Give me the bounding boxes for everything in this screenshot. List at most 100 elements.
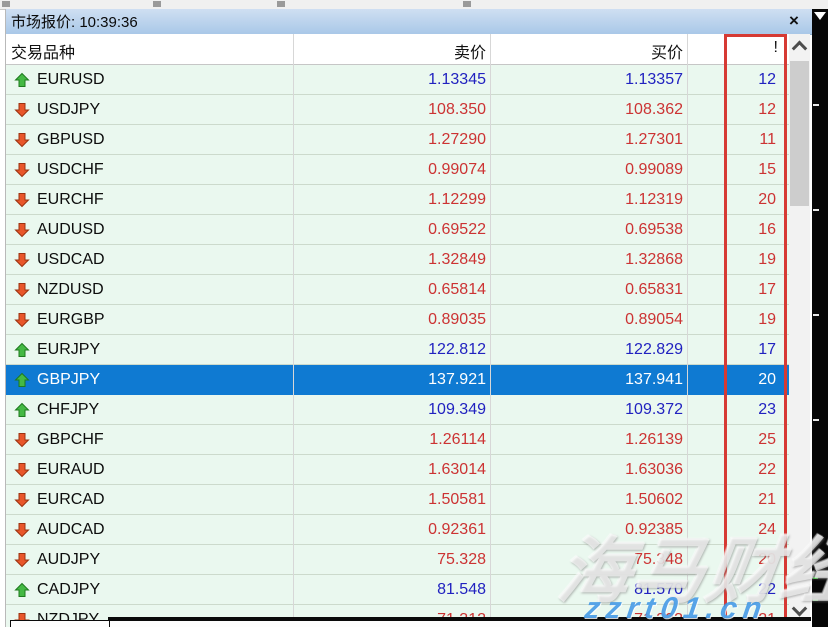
quote-row-eurcad[interactable]: EURCAD1.505811.5060221 xyxy=(6,485,789,515)
down-arrow-icon xyxy=(14,492,30,508)
buy-price: 1.27301 xyxy=(625,131,683,149)
symbol-label: NZDUSD xyxy=(37,281,104,299)
quote-row-audjpy[interactable]: AUDJPY75.32875.34820 xyxy=(6,545,789,575)
symbol-label: EURGBP xyxy=(37,311,105,329)
sell-price: 1.27290 xyxy=(428,131,486,149)
buy-price: 0.69538 xyxy=(625,221,683,239)
buy-price: 0.89054 xyxy=(625,311,683,329)
quote-row-chfjpy[interactable]: CHFJPY109.349109.37223 xyxy=(6,395,789,425)
buy-price: 1.26139 xyxy=(625,431,683,449)
quote-row-eurjpy[interactable]: EURJPY122.812122.82917 xyxy=(6,335,789,365)
chart-grid-dash xyxy=(813,314,819,316)
spread-column-annotation xyxy=(724,34,787,627)
symbol-label: USDJPY xyxy=(37,101,100,119)
down-arrow-icon xyxy=(14,552,30,568)
down-arrow-icon xyxy=(14,252,30,268)
chart-price-tick xyxy=(813,577,818,579)
buy-price: 0.99089 xyxy=(625,161,683,179)
buy-price: 1.13357 xyxy=(625,71,683,89)
chart-grid-dash xyxy=(813,104,819,106)
buy-price: 109.372 xyxy=(625,401,683,419)
symbol-label: GBPJPY xyxy=(37,371,100,389)
down-arrow-icon xyxy=(14,312,30,328)
sell-price: 0.89035 xyxy=(428,311,486,329)
up-arrow-icon xyxy=(14,342,30,358)
quotes-table: 交易品种 卖价 买价 ! EURUSD1.133451.1335712USDJP… xyxy=(6,34,789,627)
background-window-corner xyxy=(10,620,110,627)
symbol-label: EURUSD xyxy=(37,71,105,89)
up-arrow-icon xyxy=(14,582,30,598)
symbol-label: EURAUD xyxy=(37,461,105,479)
buy-price: 0.65831 xyxy=(625,281,683,299)
buy-price: 122.829 xyxy=(625,341,683,359)
buy-price: 1.12319 xyxy=(625,191,683,209)
symbol-label: USDCHF xyxy=(37,161,104,179)
down-arrow-icon xyxy=(14,222,30,238)
scrollbar-thumb[interactable] xyxy=(790,61,809,206)
up-arrow-icon xyxy=(14,402,30,418)
symbol-label: GBPUSD xyxy=(37,131,105,149)
sell-price: 109.349 xyxy=(428,401,486,419)
chart-grid-dash xyxy=(813,209,819,211)
quote-row-eurchf[interactable]: EURCHF1.122991.1231920 xyxy=(6,185,789,215)
toolbar-fragment xyxy=(463,1,471,7)
toolbar-fragment xyxy=(153,1,161,7)
down-arrow-icon xyxy=(14,462,30,478)
sell-price: 1.12299 xyxy=(428,191,486,209)
toolbar-fragment xyxy=(277,1,285,7)
down-arrow-icon xyxy=(14,192,30,208)
quote-row-eurgbp[interactable]: EURGBP0.890350.8905419 xyxy=(6,305,789,335)
toolbar-fragment xyxy=(2,1,10,7)
quote-row-eurusd[interactable]: EURUSD1.133451.1335712 xyxy=(6,65,789,95)
sell-price: 0.65814 xyxy=(428,281,486,299)
buy-price: 1.50602 xyxy=(625,491,683,509)
table-body: EURUSD1.133451.1335712USDJPY108.350108.3… xyxy=(6,65,789,627)
chart-grid-dash xyxy=(813,419,819,421)
quote-row-usdcad[interactable]: USDCAD1.328491.3286819 xyxy=(6,245,789,275)
buy-price: 75.348 xyxy=(634,551,683,569)
scroll-up-button[interactable] xyxy=(789,34,810,56)
column-header-sell[interactable]: 卖价 xyxy=(454,39,486,63)
quote-row-cadjpy[interactable]: CADJPY81.54881.57022 xyxy=(6,575,789,605)
market-watch-screenshot: 市场报价: 10:39:36 × 交易品种 卖价 买价 ! EURUSD 1.13… xyxy=(0,0,828,627)
symbol-label: CADJPY xyxy=(37,581,100,599)
sell-price: 1.13345 xyxy=(428,71,486,89)
sell-price: 1.26114 xyxy=(429,431,486,449)
up-arrow-icon xyxy=(14,72,30,88)
sell-price: 1.32849 xyxy=(428,251,486,269)
buy-price: 137.941 xyxy=(625,371,683,389)
table-header-row: 交易品种 卖价 买价 ! xyxy=(6,34,789,65)
sell-price: 81.548 xyxy=(437,581,486,599)
sell-price: 75.328 xyxy=(437,551,486,569)
quote-row-usdchf[interactable]: USDCHF0.990740.9908915 xyxy=(6,155,789,185)
symbol-label: EURCAD xyxy=(37,491,105,509)
quote-row-nzdusd[interactable]: NZDUSD0.658140.6583117 xyxy=(6,275,789,305)
chart-dropdown-arrow-icon xyxy=(814,12,826,20)
symbol-label: CHFJPY xyxy=(37,401,99,419)
grid-line xyxy=(687,34,688,618)
quote-row-audcad[interactable]: AUDCAD0.923610.9238524 xyxy=(6,515,789,545)
sell-price: 137.921 xyxy=(428,371,486,389)
sell-price: 108.350 xyxy=(428,101,486,119)
quote-row-gbpjpy[interactable]: GBPJPY137.921137.94120 xyxy=(6,365,789,395)
buy-price: 0.92385 xyxy=(625,521,683,539)
market-watch-window: 市场报价: 10:39:36 × 交易品种 卖价 买价 ! EURUSD 1.13… xyxy=(5,9,812,627)
grid-line xyxy=(490,34,491,618)
quote-row-gbpusd[interactable]: GBPUSD1.272901.2730111 xyxy=(6,125,789,155)
quote-row-euraud[interactable]: EURAUD1.630141.6303622 xyxy=(6,455,789,485)
down-arrow-icon xyxy=(14,282,30,298)
quote-row-usdjpy[interactable]: USDJPY108.350108.36212 xyxy=(6,95,789,125)
titlebar[interactable]: 市场报价: 10:39:36 × xyxy=(6,9,812,35)
column-header-buy[interactable]: 买价 xyxy=(651,39,683,63)
buy-price: 1.63036 xyxy=(625,461,683,479)
sell-price: 1.63014 xyxy=(428,461,486,479)
column-header-symbol[interactable]: 交易品种 xyxy=(11,39,75,63)
sell-price: 0.69522 xyxy=(428,221,486,239)
quote-row-gbpchf[interactable]: GBPCHF1.261141.2613925 xyxy=(6,425,789,455)
grid-line xyxy=(293,34,294,618)
down-arrow-icon xyxy=(14,102,30,118)
quote-row-audusd[interactable]: AUDUSD0.695220.6953816 xyxy=(6,215,789,245)
vertical-scrollbar[interactable] xyxy=(789,34,810,627)
close-icon[interactable]: × xyxy=(784,11,804,31)
chevron-down-icon xyxy=(792,600,808,616)
